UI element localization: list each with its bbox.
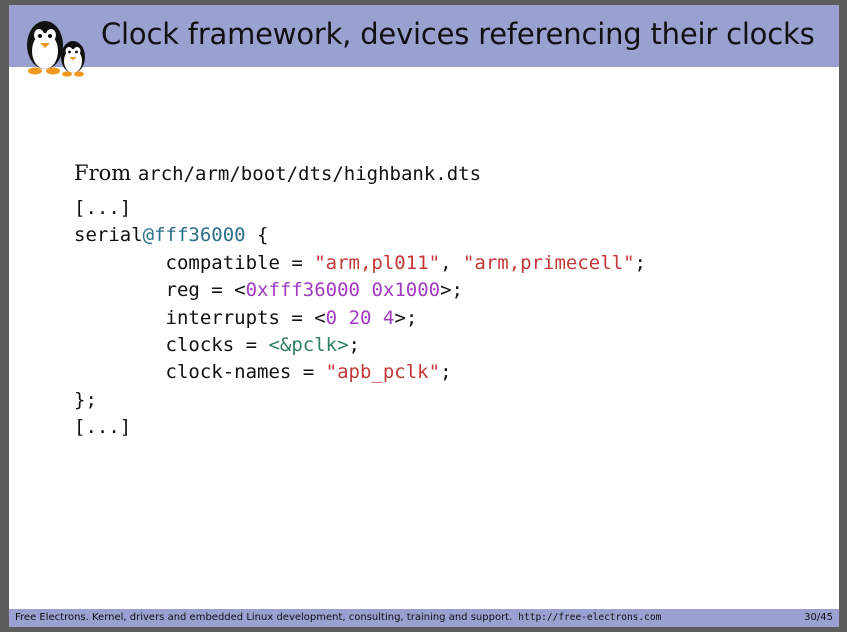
slide-footer: Free Electrons. Kernel, drivers and embe… (9, 609, 839, 627)
code-line: interrupts = <0 20 4>; (74, 306, 418, 329)
code-line: [...] (74, 197, 132, 219)
footer-text: Free Electrons. Kernel, drivers and embe… (15, 612, 661, 623)
code-line: reg = <0xfff36000 0x1000>; (74, 279, 463, 302)
string-literal: "apb_pclk" (325, 361, 441, 384)
window-frame: Clock framework, devices referencing the… (0, 0, 847, 632)
node-address: @fff36000 (142, 224, 246, 247)
page-number: 30/45 (804, 612, 833, 623)
footer-caption: Free Electrons. Kernel, drivers and embe… (15, 612, 513, 623)
source-file-line: From arch/arm/boot/dts/highbank.dts (74, 161, 814, 185)
number-literal: 4 (382, 306, 395, 329)
number-literal: 20 (348, 306, 372, 329)
slide: Clock framework, devices referencing the… (9, 5, 839, 627)
number-literal: 0x1000 (371, 279, 441, 302)
source-file-path: arch/arm/boot/dts/highbank.dts (137, 163, 482, 185)
string-literal: "arm,pl011" (314, 251, 441, 274)
code-line: }; (74, 388, 97, 411)
code-line: compatible = "arm,pl011", "arm,primecell… (74, 251, 647, 274)
penguin-logo-icon (27, 21, 85, 77)
from-label: From (74, 161, 132, 185)
code-line: [...] (74, 416, 132, 439)
code-line: clock-names = "apb_pclk"; (74, 361, 452, 384)
code-block: [...] serial@fff36000 { compatible = "ar… (74, 195, 814, 442)
footer-url-link[interactable]: http://free-electrons.com (518, 612, 661, 623)
string-literal: "arm,primecell" (462, 251, 635, 274)
code-line: serial@fff36000 { (74, 224, 269, 247)
number-literal: 0 (325, 306, 338, 329)
code-line: clocks = <&pclk>; (74, 334, 361, 357)
slide-content: From arch/arm/boot/dts/highbank.dts [...… (74, 161, 814, 442)
number-literal: 0xfff36000 (245, 279, 360, 302)
slide-title: Clock framework, devices referencing the… (101, 17, 815, 51)
slide-header: Clock framework, devices referencing the… (9, 5, 839, 77)
phandle-reference: <&pclk> (268, 334, 349, 357)
